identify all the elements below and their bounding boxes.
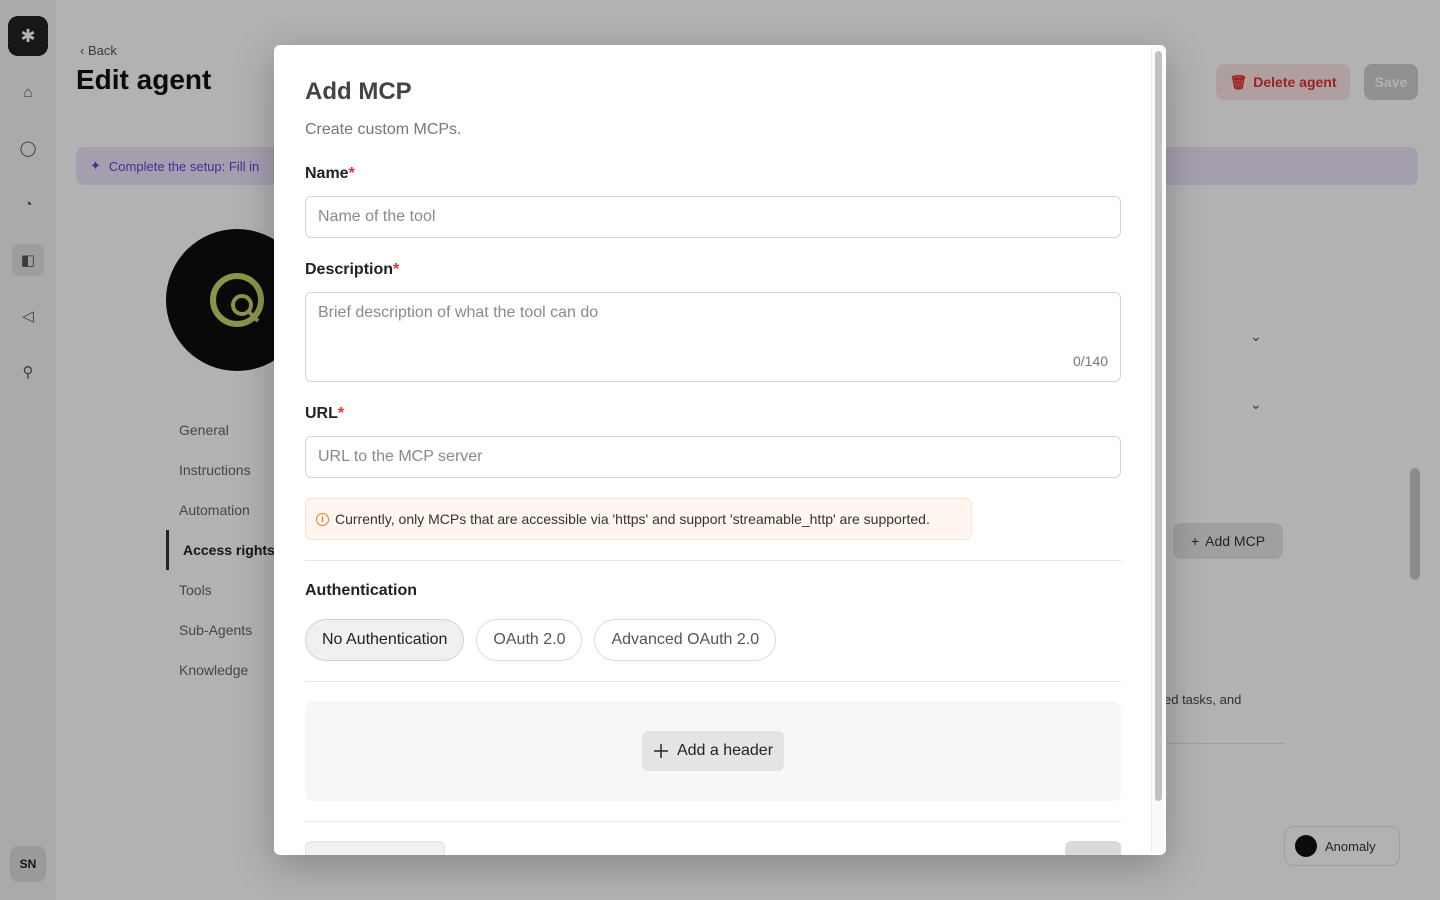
dialog-scrollbar[interactable] <box>1151 47 1164 853</box>
divider <box>305 821 1121 822</box>
dialog-title: Add MCP <box>305 78 412 105</box>
notice-text: Currently, only MCPs that are accessible… <box>335 511 930 527</box>
name-input[interactable] <box>305 196 1121 238</box>
plus-icon <box>653 744 668 758</box>
primary-footer-button[interactable] <box>1065 841 1121 855</box>
required-mark: * <box>337 405 345 422</box>
description-input[interactable] <box>305 292 1121 382</box>
dialog-subtitle: Create custom MCPs. <box>305 121 462 138</box>
name-label: Name* <box>305 165 355 182</box>
auth-option-none[interactable]: No Authentication <box>305 619 465 661</box>
divider <box>305 560 1121 561</box>
url-input[interactable] <box>305 436 1121 478</box>
headers-panel: Add a header <box>305 701 1121 801</box>
url-label: URL* <box>305 405 345 422</box>
auth-option-oauth2[interactable]: OAuth 2.0 <box>476 619 583 661</box>
description-char-count: 0/140 <box>1073 353 1109 369</box>
https-notice: i Currently, only MCPs that are accessib… <box>305 498 972 540</box>
description-label: Description* <box>305 261 400 278</box>
required-mark: * <box>393 261 400 278</box>
authentication-options: No Authentication OAuth 2.0 Advanced OAu… <box>305 619 777 661</box>
info-icon: i <box>316 512 329 526</box>
authentication-title: Authentication <box>305 582 417 599</box>
required-mark: * <box>348 165 355 182</box>
add-mcp-dialog: Add MCP Create custom MCPs. Name* Descri… <box>274 45 1166 855</box>
secondary-footer-button[interactable] <box>305 841 445 855</box>
divider <box>305 681 1121 682</box>
auth-option-advanced-oauth2[interactable]: Advanced OAuth 2.0 <box>594 619 777 661</box>
add-header-label: Add a header <box>676 742 774 759</box>
add-header-button[interactable]: Add a header <box>642 731 784 771</box>
scrollbar-thumb[interactable] <box>1155 51 1162 801</box>
